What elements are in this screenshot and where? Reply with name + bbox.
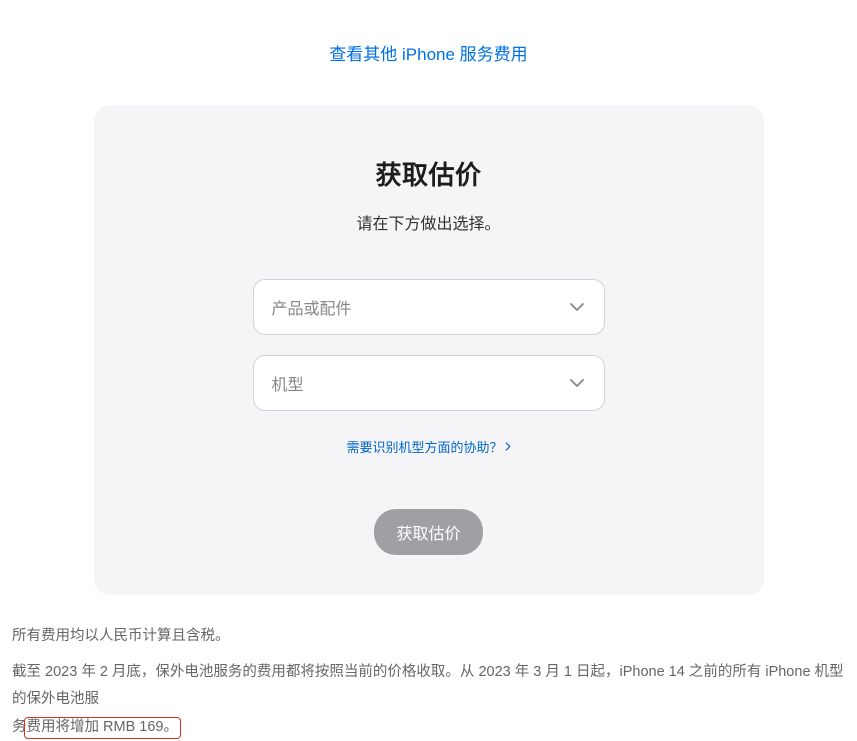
chevron-right-icon (505, 442, 511, 451)
card-subtitle: 请在下方做出选择。 (134, 210, 724, 234)
footer-text: 所有费用均以人民币计算且含税。 截至 2023 年 2 月底，保外电池服务的费用… (12, 595, 845, 741)
help-link-text: 需要识别机型方面的协助？ (346, 437, 502, 456)
chevron-down-icon (570, 303, 584, 311)
footer-line1: 所有费用均以人民币计算且含税。 (12, 623, 845, 651)
footer-line2: 截至 2023 年 2 月底，保外电池服务的费用都将按照当前的价格收取。从 20… (12, 659, 845, 741)
chevron-down-icon (570, 379, 584, 387)
product-select[interactable]: 产品或配件 (253, 279, 605, 335)
view-other-fees-link-text[interactable]: 查看其他 iPhone 服务费用 (329, 45, 527, 64)
model-select-placeholder: 机型 (272, 371, 304, 395)
card-title: 获取估价 (134, 155, 724, 192)
price-increase-highlight: 费用将增加 RMB 169。 (27, 719, 178, 735)
product-select-placeholder: 产品或配件 (272, 295, 352, 319)
identify-model-help-link[interactable]: 需要识别机型方面的协助？ (346, 437, 510, 456)
estimate-card: 获取估价 请在下方做出选择。 产品或配件 机型 需要识别机型方面的协助？ 获取估… (94, 105, 764, 595)
get-estimate-button[interactable]: 获取估价 (374, 509, 482, 555)
view-other-fees-link: 查看其他 iPhone 服务费用 (12, 0, 845, 65)
model-select[interactable]: 机型 (253, 355, 605, 411)
